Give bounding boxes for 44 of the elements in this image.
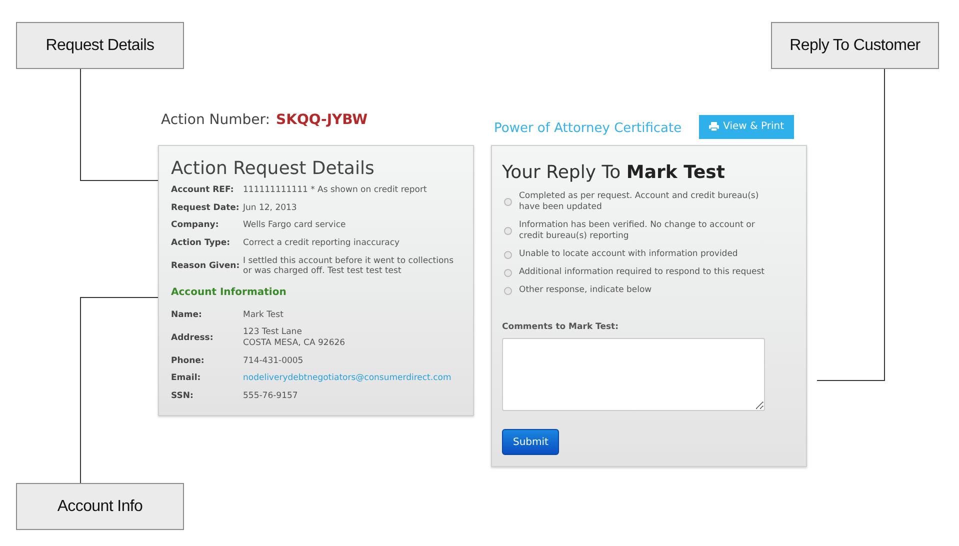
field-value: Jun 12, 2013 <box>243 202 298 214</box>
comments-label: Comments to Mark Test: <box>502 322 620 332</box>
printer-icon <box>709 122 720 131</box>
field-value: Correct a credit reporting inaccuracy <box>243 238 401 248</box>
field-label: SSN: <box>171 390 194 402</box>
field-value: I settled this account before it went to collections or was charged off. Test test test test <box>243 256 454 277</box>
field-label: Action Type: <box>171 238 232 248</box>
field-label: Phone: <box>171 356 206 366</box>
option-label: Information has been verified. No change to account or credit bureau(s) reporting <box>519 220 756 242</box>
radio-button[interactable] <box>504 227 512 236</box>
field-label: Request Date: <box>171 202 240 214</box>
field-value: 555-76-9157 <box>243 390 299 402</box>
callout-label: Reply To Customer <box>771 22 939 69</box>
field-label: Name: <box>171 310 203 320</box>
field-value: Mark Test <box>243 310 284 320</box>
callout-label: Account Info <box>16 483 184 530</box>
view-print-button[interactable]: View & Print <box>699 114 794 138</box>
option-label: Unable to locate account with information provided <box>519 249 739 260</box>
field-label: Address: <box>171 332 214 344</box>
certificate-link[interactable]: Power of Attorney Certificate <box>494 121 682 136</box>
card-title: Action Request Details <box>171 158 376 179</box>
action-number-label: Action Number: <box>161 112 270 128</box>
comments-field[interactable] <box>502 338 765 412</box>
field-value: Wells Fargo card service <box>243 220 347 231</box>
option-label: Other response, indicate below <box>519 285 653 296</box>
field-value: 123 Test Lane COSTA MESA, CA 92626 <box>243 327 346 349</box>
field-label: Reason Given: <box>171 260 241 272</box>
field-label: Company: <box>171 220 220 231</box>
field-value: 714-431-0005 <box>243 356 304 366</box>
field-label: Account REF: <box>171 185 235 196</box>
radio-button[interactable] <box>504 286 512 295</box>
radio-button[interactable] <box>504 250 512 259</box>
section-heading: Account Information <box>171 286 288 298</box>
option-label: Additional information required to respond to this request <box>519 267 766 278</box>
email-link[interactable]: nodeliverydebtnegotiators@consumerdirect.com <box>243 373 461 384</box>
field-label: Email: <box>171 373 202 384</box>
field-value: 111111111111 * As shown on credit report <box>243 185 428 196</box>
radio-button[interactable] <box>504 198 512 206</box>
action-number: SKQQ-JYBW <box>276 112 368 128</box>
radio-button[interactable] <box>504 268 512 277</box>
card-title: Your Reply To Mark Test <box>502 162 726 183</box>
option-label: Completed as per request. Account and credit bureau(s) have been updated <box>519 191 760 214</box>
callout-label: Request Details <box>16 22 184 69</box>
submit-button[interactable]: Submit <box>502 429 560 456</box>
